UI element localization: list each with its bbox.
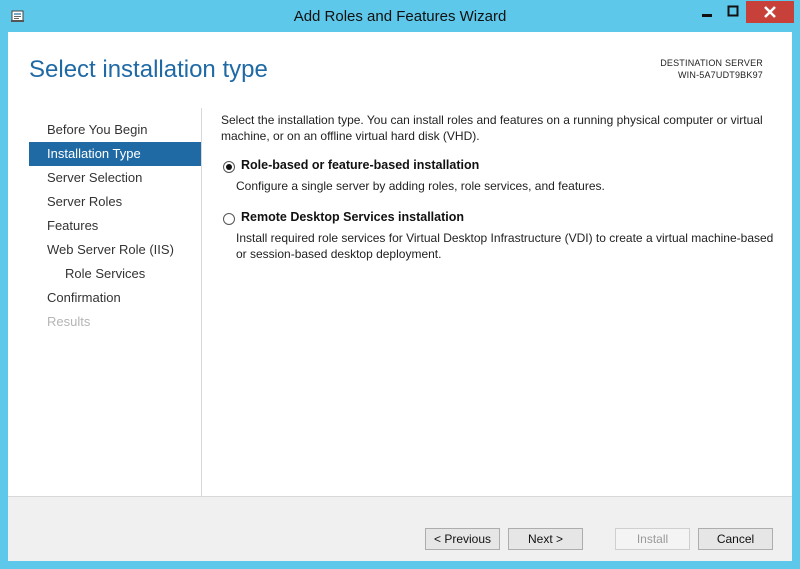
window-title: Add Roles and Features Wizard bbox=[293, 8, 507, 25]
nav-item-label: Confirmation bbox=[47, 290, 121, 305]
wizard-nav: Before You Begin Installation Type Serve… bbox=[29, 114, 201, 414]
installation-type-content: Select the installation type. You can in… bbox=[221, 112, 781, 261]
wizard-client-area: Select installation type DESTINATION SER… bbox=[8, 32, 792, 561]
radio-button-selected[interactable] bbox=[223, 161, 235, 173]
option-title[interactable]: Remote Desktop Services installation bbox=[241, 210, 464, 224]
minimize-icon bbox=[702, 14, 712, 17]
nav-item-web-server-role[interactable]: Web Server Role (IIS) bbox=[29, 238, 201, 262]
option-description: Configure a single server by adding role… bbox=[236, 179, 605, 193]
radio-dot-icon bbox=[226, 164, 232, 170]
page-title: Select installation type bbox=[29, 56, 268, 83]
install-button: Install bbox=[615, 528, 690, 550]
nav-item-role-services[interactable]: Role Services bbox=[29, 262, 201, 286]
destination-server-name: WIN-5A7UDT9BK97 bbox=[677, 70, 763, 80]
nav-item-server-selection[interactable]: Server Selection bbox=[29, 166, 201, 190]
nav-item-label: Server Roles bbox=[47, 194, 123, 209]
destination-server-label: DESTINATION SERVER bbox=[660, 58, 763, 68]
radio-button[interactable] bbox=[223, 213, 235, 225]
option-description: Install required role services for Virtu… bbox=[236, 231, 774, 261]
cancel-button[interactable]: Cancel bbox=[698, 528, 773, 550]
nav-item-label: Installation Type bbox=[47, 146, 141, 161]
nav-item-label: Server Selection bbox=[47, 170, 143, 185]
option-title[interactable]: Role-based or feature-based installation bbox=[241, 158, 479, 172]
nav-item-label: Features bbox=[47, 218, 99, 233]
maximize-button[interactable] bbox=[720, 1, 746, 23]
nav-item-label: Web Server Role (IIS) bbox=[47, 242, 174, 257]
wizard-window: Add Roles and Features Wizard Select ins… bbox=[0, 0, 800, 569]
maximize-icon bbox=[727, 5, 739, 17]
previous-button[interactable]: < Previous bbox=[425, 528, 500, 550]
nav-divider bbox=[201, 108, 202, 496]
intro-text: Select the installation type. You can in… bbox=[221, 113, 763, 143]
nav-item-label: Role Services bbox=[65, 266, 146, 281]
wizard-body: Before You Begin Installation Type Serve… bbox=[8, 108, 792, 496]
title-bar[interactable]: Add Roles and Features Wizard bbox=[0, 0, 800, 34]
nav-item-server-roles[interactable]: Server Roles bbox=[29, 190, 201, 214]
close-icon bbox=[764, 6, 776, 18]
minimize-button[interactable] bbox=[694, 1, 720, 23]
nav-item-before-you-begin[interactable]: Before You Begin bbox=[29, 118, 201, 142]
next-button[interactable]: Next > bbox=[508, 528, 583, 550]
nav-item-confirmation[interactable]: Confirmation bbox=[29, 286, 201, 310]
nav-item-installation-type[interactable]: Installation Type bbox=[29, 142, 201, 166]
nav-item-label: Results bbox=[47, 314, 91, 329]
wizard-footer: < Previous Next > Install Cancel bbox=[8, 496, 792, 561]
nav-item-results: Results bbox=[29, 310, 201, 334]
wizard-header: Select installation type DESTINATION SER… bbox=[8, 32, 792, 108]
nav-item-label: Before You Begin bbox=[47, 122, 148, 137]
nav-item-features[interactable]: Features bbox=[29, 214, 201, 238]
close-button[interactable] bbox=[746, 1, 794, 23]
